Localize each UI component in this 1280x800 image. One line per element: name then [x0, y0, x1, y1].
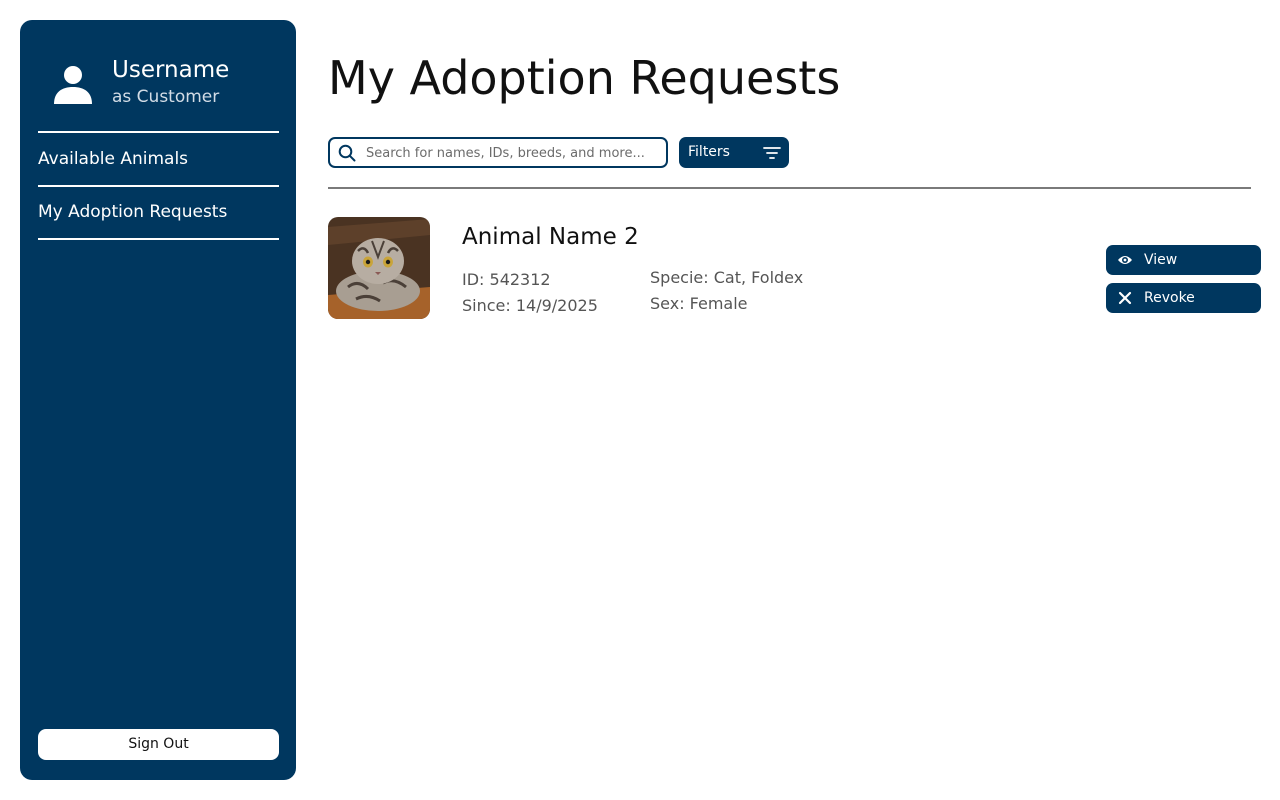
cat-photo-illustration	[328, 217, 430, 319]
search-icon	[338, 144, 356, 162]
nav-divider	[38, 238, 279, 240]
filters-button[interactable]: Filters	[679, 137, 789, 168]
page-title: My Adoption Requests	[328, 51, 841, 105]
user-profile: Username as Customer	[52, 56, 229, 108]
revoke-label: Revoke	[1144, 290, 1195, 306]
user-icon	[54, 66, 92, 104]
sign-out-button[interactable]: Sign Out	[38, 729, 279, 760]
close-icon	[1118, 291, 1132, 305]
revoke-button[interactable]: Revoke	[1106, 283, 1261, 313]
view-label: View	[1144, 252, 1178, 268]
nav-divider	[38, 131, 279, 133]
sidebar-item-available-animals[interactable]: Available Animals	[38, 134, 279, 185]
animal-photo	[328, 217, 430, 319]
sidebar: Username as Customer Available Animals M…	[20, 20, 296, 780]
user-role: as Customer	[112, 87, 220, 107]
username: Username	[112, 57, 230, 83]
eye-icon	[1118, 256, 1132, 264]
animal-specie: Specie: Cat, Foldex	[650, 268, 804, 287]
view-button[interactable]: View	[1106, 245, 1261, 275]
search-input[interactable]	[364, 142, 660, 165]
filters-label: Filters	[688, 144, 730, 160]
animal-name: Animal Name 2	[462, 224, 639, 250]
filter-icon	[763, 147, 781, 159]
animal-sex: Sex: Female	[650, 294, 748, 313]
animal-id: ID: 542312	[462, 270, 551, 289]
sidebar-item-my-adoption-requests[interactable]: My Adoption Requests	[38, 187, 279, 238]
request-since: Since: 14/9/2025	[462, 296, 598, 315]
search-box[interactable]	[328, 137, 668, 168]
content-divider	[328, 187, 1251, 189]
